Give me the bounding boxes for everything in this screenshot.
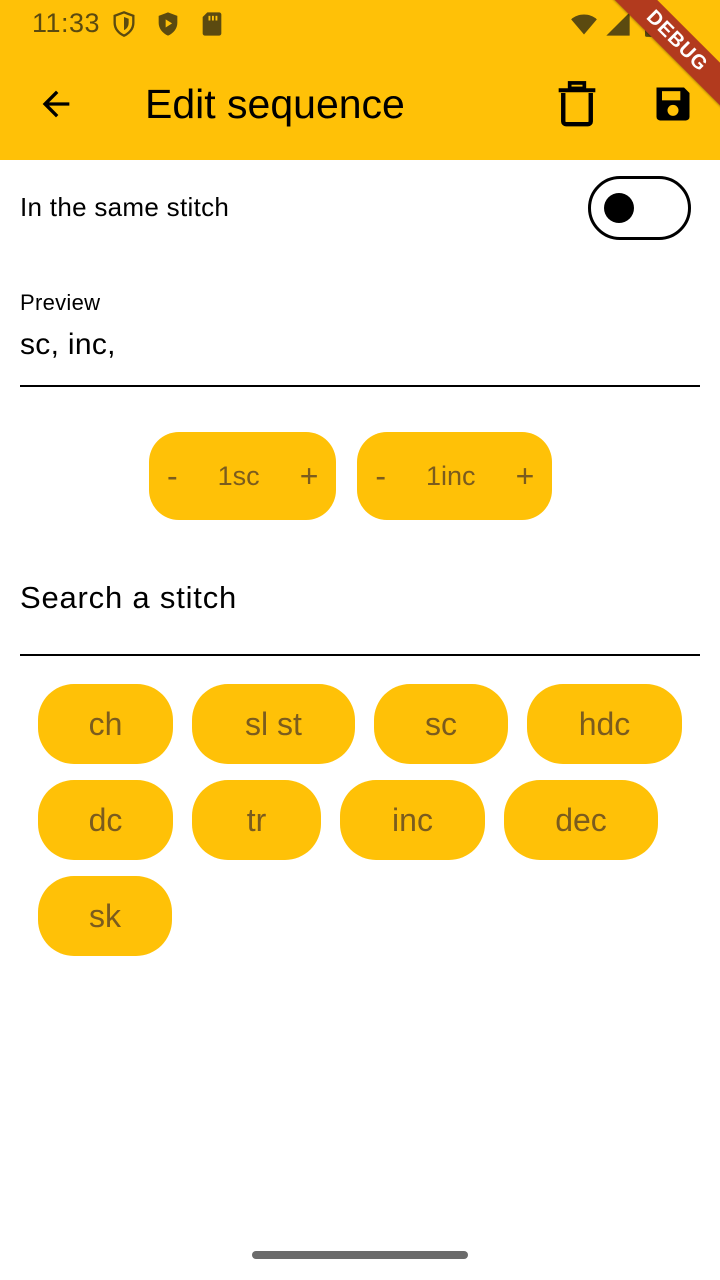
- search-input[interactable]: Search a stitch: [20, 580, 237, 616]
- stitch-chip-dec[interactable]: dec: [504, 780, 658, 860]
- preview-field[interactable]: sc, inc,: [20, 328, 116, 362]
- stitch-counters: - 1sc + - 1inc +: [149, 432, 553, 520]
- back-button[interactable]: [30, 78, 82, 130]
- stitch-chip-tr[interactable]: tr: [192, 780, 321, 860]
- counter-sc: - 1sc +: [149, 432, 337, 520]
- stitch-chip-ch[interactable]: ch: [38, 684, 173, 764]
- delete-icon: [558, 81, 596, 127]
- same-stitch-toggle[interactable]: [588, 176, 691, 240]
- stitch-chip-sl-st[interactable]: sl st: [192, 684, 355, 764]
- stitch-chip-inc[interactable]: inc: [340, 780, 485, 860]
- counter-inc: - 1inc +: [357, 432, 553, 520]
- search-underline: [20, 654, 700, 656]
- stitch-chip-sk[interactable]: sk: [38, 876, 172, 956]
- preview-label: Preview: [20, 290, 101, 315]
- delete-button[interactable]: [550, 76, 604, 132]
- wifi-icon: [571, 14, 597, 35]
- save-button[interactable]: [646, 76, 700, 132]
- counter-value: 1sc: [217, 460, 260, 491]
- app-bar: 11:33 DEBUG Edit sequence: [0, 0, 720, 160]
- sd-card-icon: [202, 12, 222, 36]
- same-stitch-label: In the same stitch: [20, 192, 230, 222]
- signal-icon: [606, 12, 630, 36]
- stitch-chip-dc[interactable]: dc: [38, 780, 173, 860]
- same-stitch-row: In the same stitch: [20, 176, 700, 240]
- increment-button[interactable]: +: [498, 458, 553, 495]
- home-indicator[interactable]: [252, 1251, 468, 1259]
- decrement-button[interactable]: -: [357, 458, 404, 495]
- stitch-chip-sc[interactable]: sc: [374, 684, 508, 764]
- decrement-button[interactable]: -: [149, 458, 196, 495]
- page-title: Edit sequence: [145, 81, 405, 127]
- arrow-back-icon: [42, 90, 70, 118]
- save-icon: [656, 87, 690, 121]
- status-icons-left: [110, 10, 226, 38]
- status-time: 11:33: [32, 8, 101, 38]
- play-protect-icon: [158, 12, 178, 36]
- counter-value: 1inc: [426, 460, 476, 491]
- increment-button[interactable]: +: [282, 458, 337, 495]
- shield-icon: [113, 11, 135, 37]
- toggle-knob: [604, 193, 634, 223]
- preview-underline: [20, 385, 700, 387]
- stitch-chip-hdc[interactable]: hdc: [527, 684, 682, 764]
